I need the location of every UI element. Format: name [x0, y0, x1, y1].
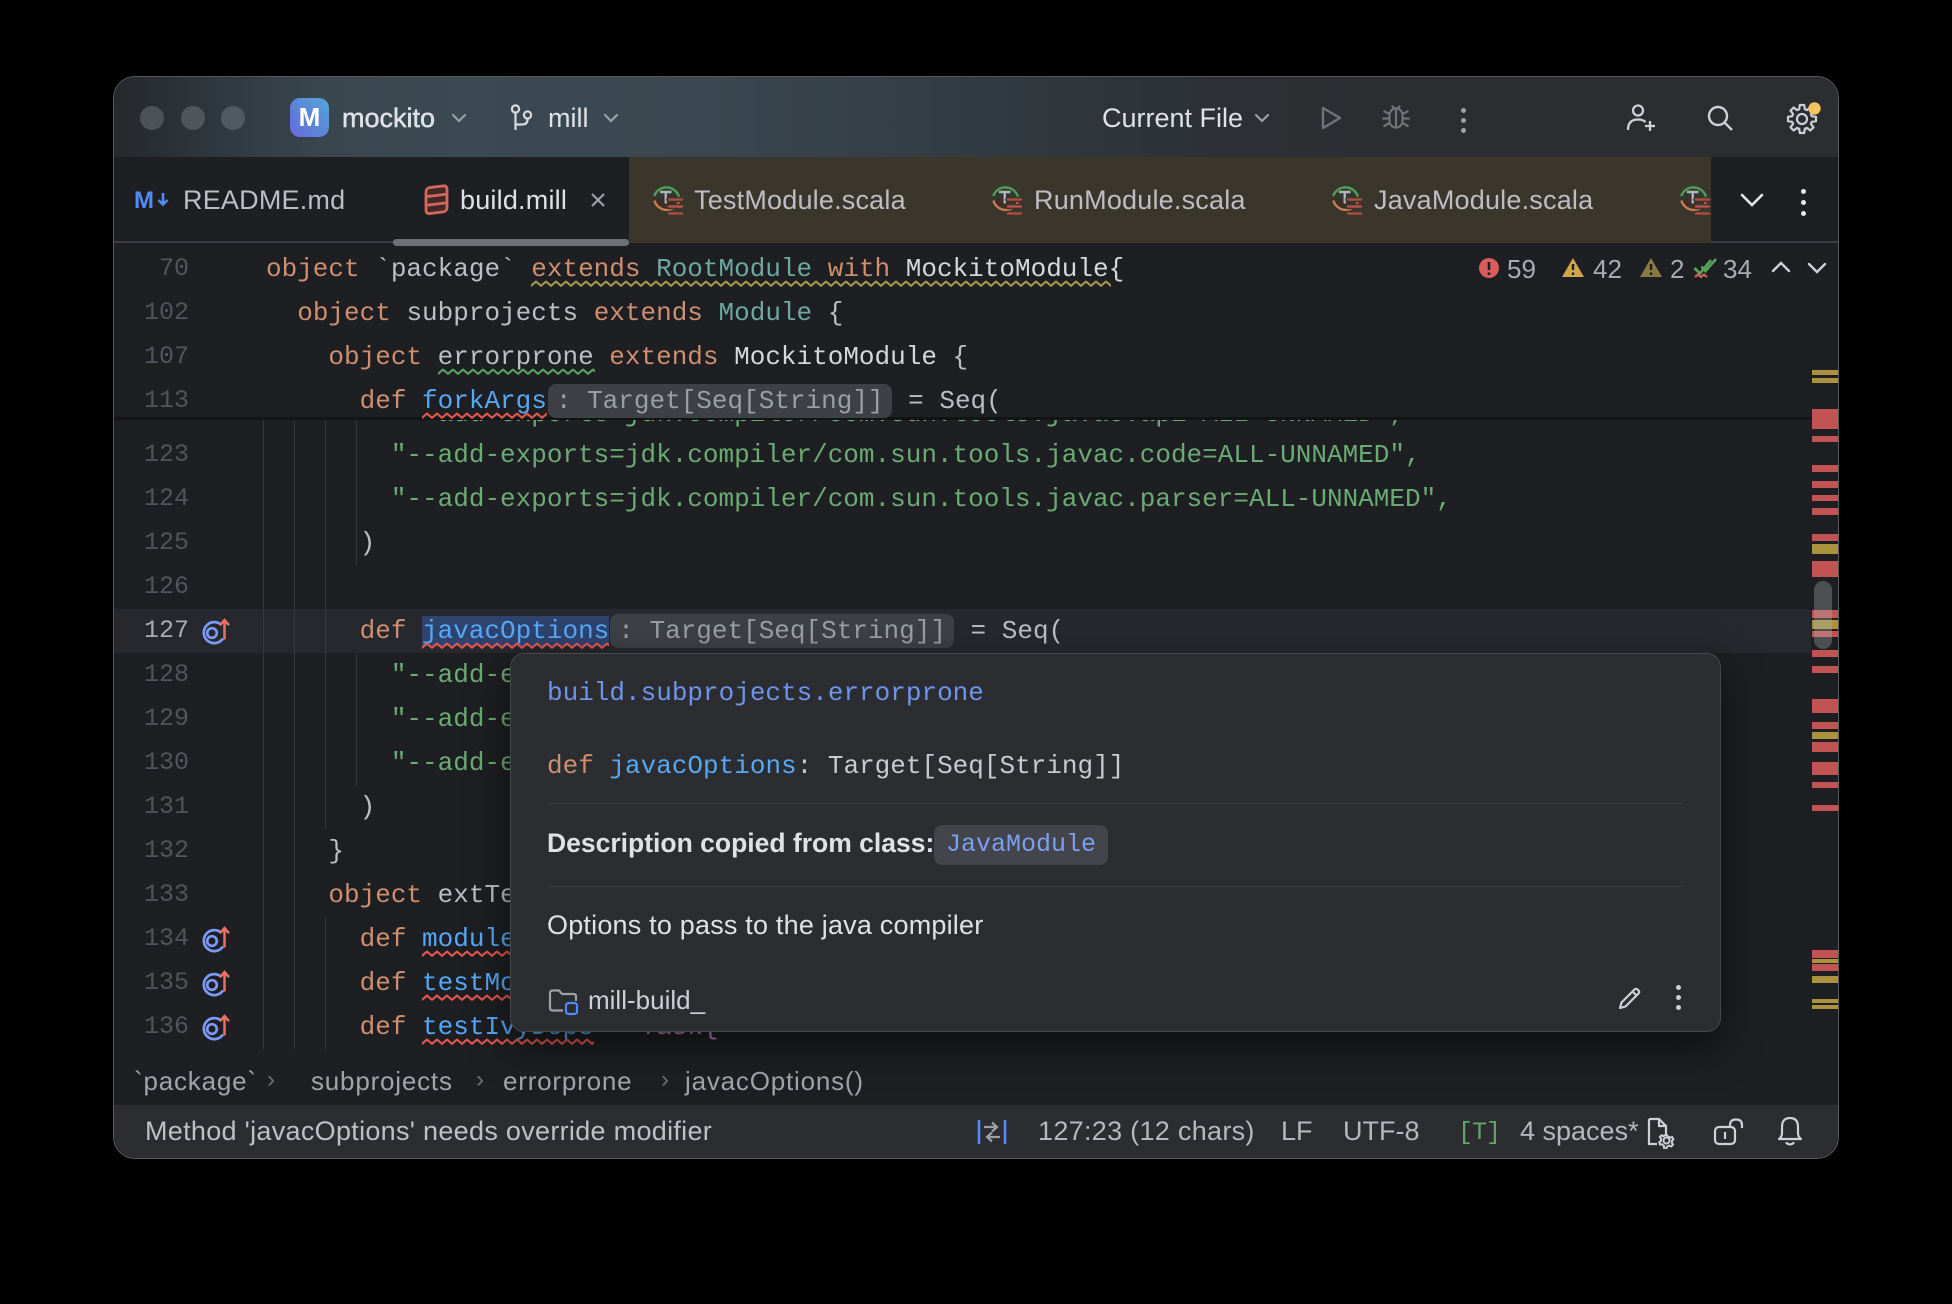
svg-text:M: M	[134, 187, 154, 213]
